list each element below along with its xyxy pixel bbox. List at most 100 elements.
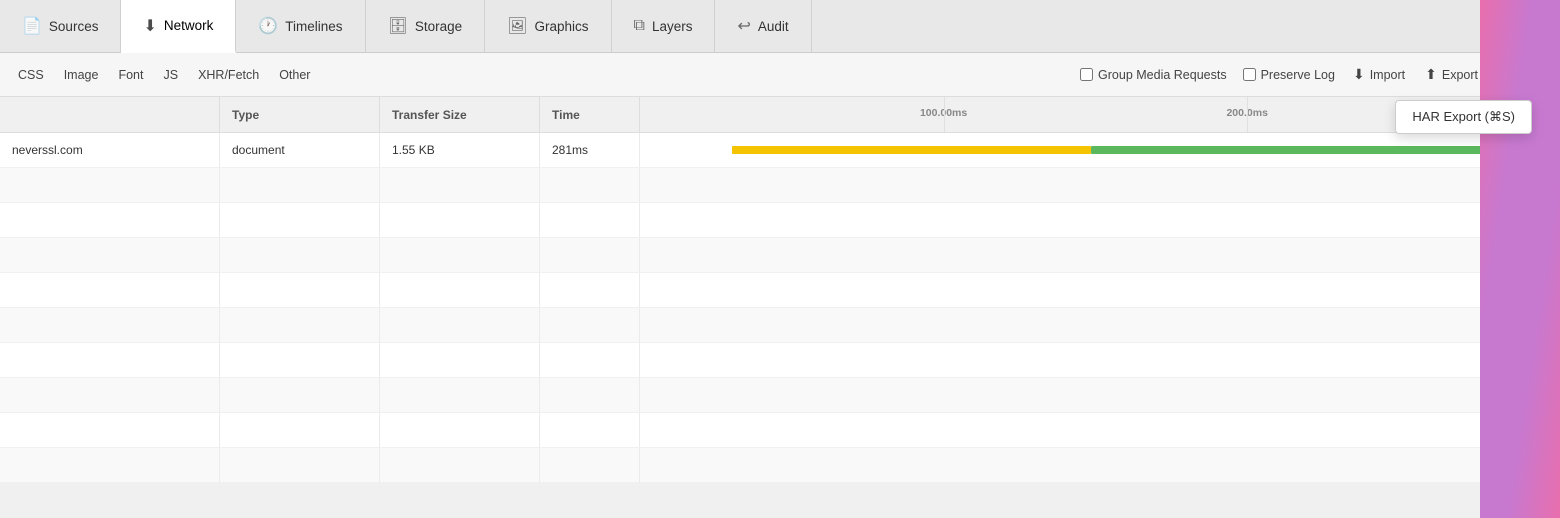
empty-cell — [380, 448, 540, 482]
empty-cell — [540, 203, 640, 237]
empty-cell — [380, 308, 540, 342]
cell-name: neverssl.com — [0, 133, 220, 167]
network-icon: ⬇ — [143, 16, 156, 36]
sources-icon: 📄 — [22, 16, 42, 36]
tab-network-label: Network — [164, 18, 214, 33]
cell-size: 1.55 KB — [380, 133, 540, 167]
tab-storage[interactable]: 🗄 Storage — [366, 0, 486, 52]
empty-cell — [220, 168, 380, 202]
table-row-empty — [0, 343, 1560, 378]
table-row-empty — [0, 203, 1560, 238]
main-area: Type Transfer Size Time 100.00ms 200.0ms… — [0, 97, 1560, 518]
empty-cell — [220, 413, 380, 447]
filter-xhr[interactable]: XHR/Fetch — [188, 64, 269, 86]
col-header-name — [0, 97, 220, 132]
empty-cell — [540, 343, 640, 377]
empty-waterfall — [640, 378, 1560, 412]
filter-bar: CSS Image Font JS XHR/Fetch Other Group … — [0, 53, 1560, 97]
empty-cell — [0, 168, 220, 202]
graphics-icon: 🖼 — [507, 16, 527, 36]
table-row-empty — [0, 308, 1560, 343]
tab-graphics-label: Graphics — [534, 19, 588, 34]
right-gradient-panel — [1480, 0, 1560, 518]
empty-cell — [0, 273, 220, 307]
table-row-empty — [0, 413, 1560, 448]
empty-waterfall — [640, 168, 1560, 202]
filter-js[interactable]: JS — [153, 64, 188, 86]
har-export-tooltip: HAR Export (⌘S) — [1395, 100, 1532, 134]
preserve-log-checkbox-label[interactable]: Preserve Log — [1235, 68, 1343, 82]
tab-network[interactable]: ⬇ Network — [121, 0, 236, 53]
empty-waterfall — [640, 308, 1560, 342]
table-row-empty — [0, 448, 1560, 483]
tab-sources-label: Sources — [49, 19, 99, 34]
har-export-label: HAR Export (⌘S) — [1412, 109, 1515, 124]
audit-icon: ↩ — [737, 16, 750, 36]
export-button[interactable]: ⬆ Export — [1415, 62, 1488, 87]
timelines-icon: 🕐 — [258, 16, 278, 36]
empty-cell — [0, 448, 220, 482]
cell-waterfall — [640, 133, 1560, 167]
empty-cell — [0, 238, 220, 272]
waterfall-bars — [640, 143, 1560, 157]
empty-cell — [380, 168, 540, 202]
tab-timelines[interactable]: 🕐 Timelines — [236, 0, 365, 52]
waterfall-gridline-1 — [944, 97, 945, 132]
table-row-empty — [0, 238, 1560, 273]
empty-cell — [220, 378, 380, 412]
empty-cell — [380, 378, 540, 412]
table-row-empty — [0, 273, 1560, 308]
preserve-log-checkbox[interactable] — [1243, 68, 1256, 81]
table-row-empty — [0, 168, 1560, 203]
empty-cell — [380, 203, 540, 237]
table-row-empty — [0, 378, 1560, 413]
empty-waterfall — [640, 413, 1560, 447]
filter-other[interactable]: Other — [269, 64, 320, 86]
empty-cell — [540, 448, 640, 482]
empty-cell — [220, 203, 380, 237]
filter-font[interactable]: Font — [108, 64, 153, 86]
empty-waterfall — [640, 238, 1560, 272]
empty-waterfall — [640, 203, 1560, 237]
empty-waterfall — [640, 448, 1560, 482]
empty-cell — [220, 343, 380, 377]
group-media-checkbox-label[interactable]: Group Media Requests — [1072, 68, 1235, 82]
tab-layers-label: Layers — [652, 19, 693, 34]
tab-audit-label: Audit — [758, 19, 789, 34]
tab-audit[interactable]: ↩ Audit — [715, 0, 811, 52]
empty-cell — [220, 273, 380, 307]
empty-cell — [0, 343, 220, 377]
empty-waterfall — [640, 273, 1560, 307]
tab-storage-label: Storage — [415, 19, 462, 34]
table-body: neverssl.com document 1.55 KB 281ms — [0, 133, 1560, 483]
empty-cell — [540, 308, 640, 342]
tab-graphics[interactable]: 🖼 Graphics — [485, 0, 611, 52]
cell-type: document — [220, 133, 380, 167]
filter-css[interactable]: CSS — [8, 64, 54, 86]
import-button[interactable]: ⬇ Import — [1343, 62, 1415, 87]
empty-cell — [220, 448, 380, 482]
filter-image[interactable]: Image — [54, 64, 109, 86]
group-media-checkbox[interactable] — [1080, 68, 1093, 81]
empty-cell — [0, 203, 220, 237]
tab-layers[interactable]: ⧉ Layers — [612, 0, 716, 52]
empty-cell — [380, 343, 540, 377]
empty-cell — [0, 378, 220, 412]
empty-cell — [540, 413, 640, 447]
waterfall-bar-green — [1091, 146, 1505, 154]
empty-cell — [380, 273, 540, 307]
table-row[interactable]: neverssl.com document 1.55 KB 281ms — [0, 133, 1560, 168]
empty-cell — [0, 413, 220, 447]
empty-cell — [220, 238, 380, 272]
waterfall-gridline-2 — [1247, 97, 1248, 132]
waterfall-bar-yellow — [732, 146, 1091, 154]
empty-cell — [540, 238, 640, 272]
col-header-size: Transfer Size — [380, 97, 540, 132]
col-header-type: Type — [220, 97, 380, 132]
col-header-time: Time — [540, 97, 640, 132]
tab-bar: 📄 Sources ⬇ Network 🕐 Timelines 🗄 Storag… — [0, 0, 1560, 53]
cell-time: 281ms — [540, 133, 640, 167]
tab-sources[interactable]: 📄 Sources — [0, 0, 121, 52]
empty-cell — [540, 273, 640, 307]
tab-timelines-label: Timelines — [285, 19, 342, 34]
